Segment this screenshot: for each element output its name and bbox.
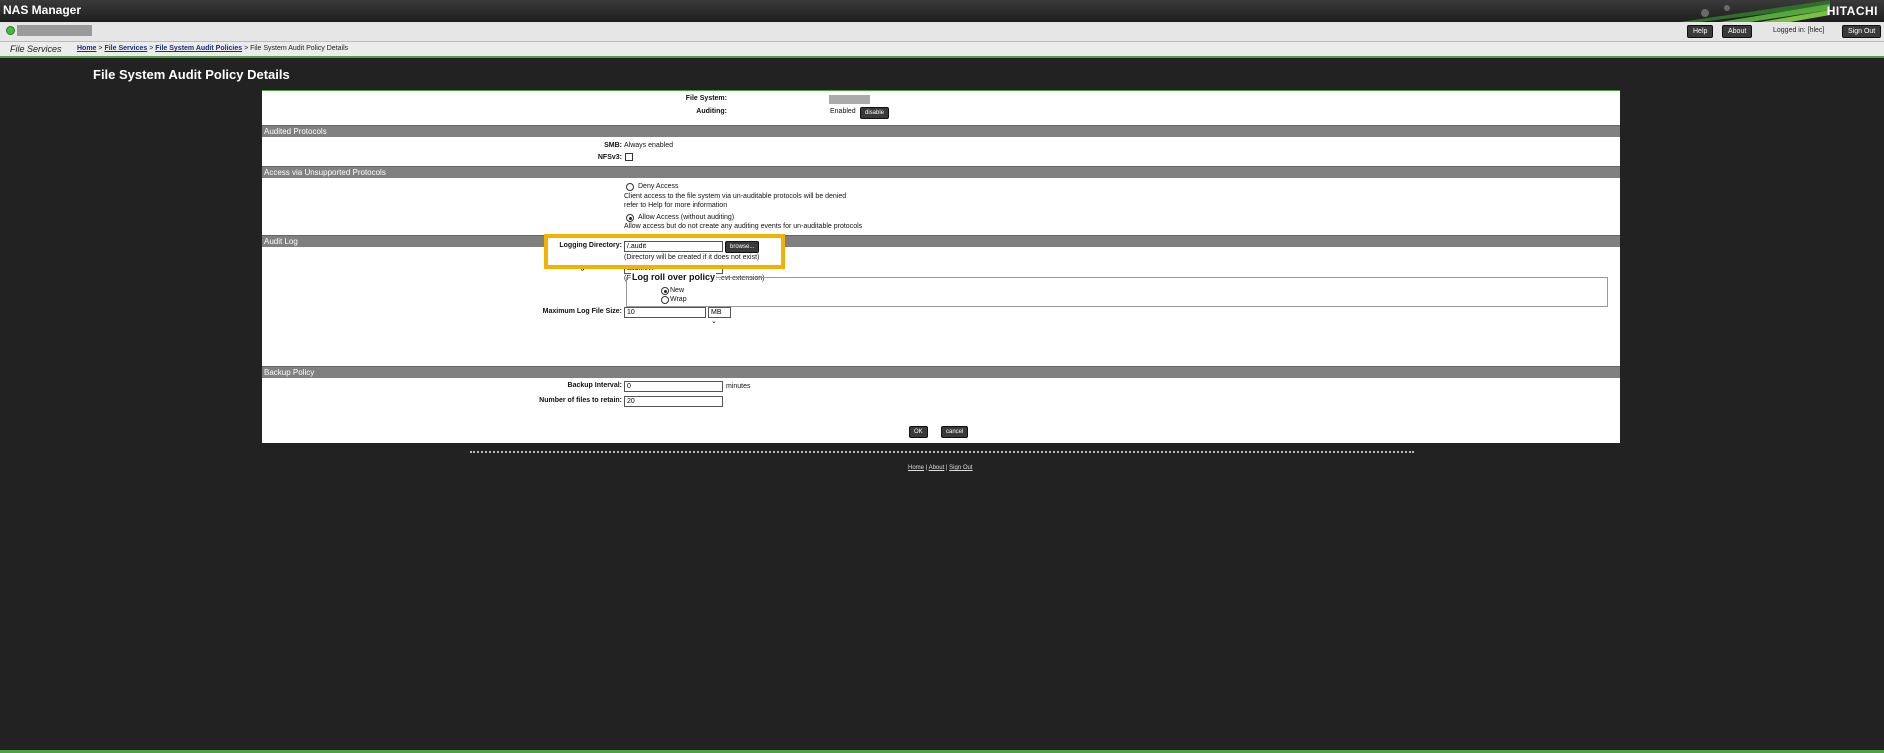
files-to-retain-input[interactable] <box>624 396 723 407</box>
backup-interval-unit: minutes <box>726 383 751 390</box>
file-system-label: File System: <box>685 95 727 102</box>
footer-about-link[interactable]: About <box>929 465 945 471</box>
ok-button[interactable]: OK <box>909 426 928 438</box>
breadcrumb-home[interactable]: Home <box>77 45 96 52</box>
footer-home-link[interactable]: Home <box>908 465 924 471</box>
allow-access-description: Allow access but do not create any audit… <box>624 223 863 230</box>
file-system-value-redacted <box>829 95 870 104</box>
disable-auditing-button[interactable]: disable <box>860 107 890 119</box>
maximum-log-file-size-input[interactable] <box>624 307 706 318</box>
hitachi-logo: HITACHI <box>1826 4 1878 18</box>
breadcrumb-file-services[interactable]: File Services <box>104 45 147 52</box>
sign-out-button[interactable]: Sign Out <box>1842 25 1882 38</box>
deny-access-help-note: refer to Help for more information <box>624 202 728 209</box>
roll-over-new-label: New <box>670 287 685 294</box>
cancel-button[interactable]: cancel <box>941 426 969 438</box>
logging-directory-note: (Directory will be created if it does no… <box>624 254 760 261</box>
logging-directory-label: Logging Directory: <box>559 242 622 249</box>
breadcrumb: Home > File Services > File System Audit… <box>77 45 348 52</box>
audit-policy-form: File System: Auditing: Enabled disable A… <box>262 90 1620 443</box>
title-bar: NAS Manager HITACHI <box>0 0 1884 22</box>
roll-over-wrap-radio[interactable] <box>661 296 669 304</box>
log-roll-over-policy-group: Log roll over policy New Wrap <box>626 272 1608 307</box>
smb-label: SMB: <box>604 142 622 149</box>
navigation-bar: File Services Home > File Services > Fil… <box>0 42 1884 56</box>
smb-value: Always enabled <box>624 142 674 149</box>
audited-protocols-header: Audited Protocols <box>262 125 1620 137</box>
breadcrumb-current: File System Audit Policy Details <box>250 45 349 52</box>
footer-divider <box>470 451 1414 453</box>
auditing-value: Enabled <box>830 108 856 115</box>
section-name: File Services <box>10 44 62 54</box>
backup-interval-input[interactable] <box>624 381 723 392</box>
maximum-log-file-size-label: Maximum Log File Size: <box>542 308 622 315</box>
header-divider <box>0 56 1884 58</box>
nfsv3-checkbox[interactable] <box>625 153 633 161</box>
page-title: File System Audit Policy Details <box>93 67 290 82</box>
help-button[interactable]: Help <box>1687 25 1714 38</box>
logging-directory-input[interactable] <box>624 241 723 252</box>
logged-in-status: Logged in: [hlec] <box>1773 27 1825 34</box>
files-to-retain-label: Number of files to retain: <box>539 397 622 404</box>
footer-sign-out-link[interactable]: Sign Out <box>949 465 972 471</box>
deny-access-radio[interactable] <box>626 183 634 191</box>
log-roll-over-policy-legend: Log roll over policy <box>631 272 717 282</box>
about-button[interactable]: About <box>1722 25 1753 38</box>
deny-access-description: Client access to the file system via un-… <box>624 193 847 200</box>
browse-button[interactable]: browse... <box>725 241 760 253</box>
allow-access-label: Allow Access (without auditing) <box>638 214 735 221</box>
backup-interval-label: Backup Interval: <box>567 382 622 389</box>
deny-access-label: Deny Access <box>638 183 679 190</box>
breadcrumb-audit-policies[interactable]: File System Audit Policies <box>155 45 242 52</box>
breadcrumb-separator: > <box>242 45 251 52</box>
chevron-down-icon: ⌄ <box>711 318 717 325</box>
server-name-redacted[interactable] <box>17 25 92 36</box>
allow-access-radio[interactable] <box>626 214 634 222</box>
backup-policy-header: Backup Policy <box>262 366 1620 378</box>
roll-over-new-radio[interactable] <box>661 287 669 295</box>
toolbar: Help About Logged in: [hlec] Sign Out <box>0 22 1884 42</box>
app-title: NAS Manager <box>3 3 82 17</box>
roll-over-wrap-label: Wrap <box>670 296 687 303</box>
footer-links: Home | About | Sign Out <box>908 465 973 471</box>
log-size-unit-select[interactable]: MB ⌄ <box>708 307 731 325</box>
server-status-icon <box>6 26 15 35</box>
unsupported-protocols-header: Access via Unsupported Protocols <box>262 166 1620 178</box>
brand-swoosh-graphic <box>1680 0 1830 22</box>
auditing-label: Auditing: <box>696 108 727 115</box>
nfsv3-label: NFSv3: <box>597 154 622 161</box>
log-size-unit-value: MB <box>711 309 722 316</box>
